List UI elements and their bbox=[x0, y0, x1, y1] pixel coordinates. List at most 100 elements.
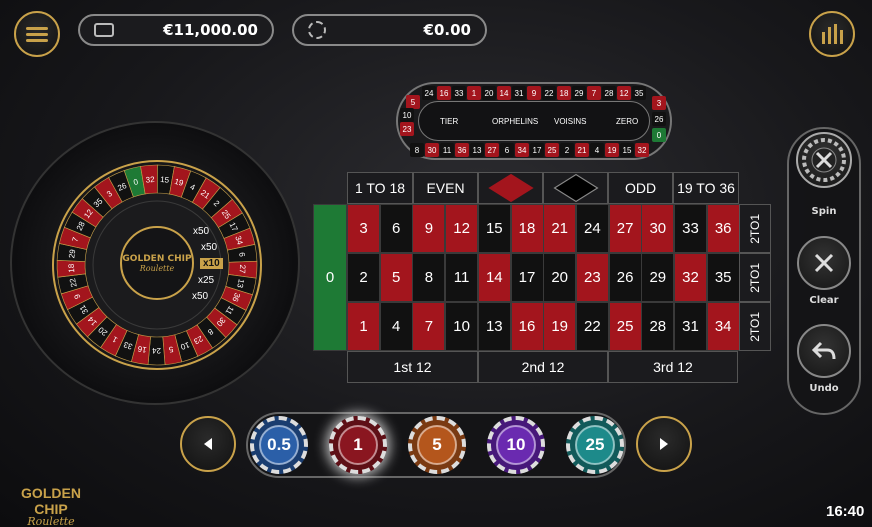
undo-button[interactable] bbox=[797, 324, 851, 378]
number-cell[interactable]: 36 bbox=[706, 204, 740, 253]
number-cell[interactable]: 14 bbox=[477, 253, 511, 302]
bet-odd[interactable]: ODD bbox=[608, 172, 673, 204]
number-cell[interactable]: 13 bbox=[477, 302, 511, 351]
number-cell[interactable]: 29 bbox=[641, 253, 675, 302]
bet-1-to-18[interactable]: 1 TO 18 bbox=[347, 172, 413, 204]
number-cell[interactable]: 18 bbox=[510, 204, 544, 253]
racetrack-number[interactable]: 10 bbox=[400, 108, 414, 122]
bet-column-3[interactable]: 2TO1 bbox=[739, 302, 771, 351]
number-cell[interactable]: 21 bbox=[543, 204, 577, 253]
bet-black[interactable] bbox=[543, 172, 608, 204]
racetrack-number[interactable]: 26 bbox=[652, 112, 666, 126]
chip-25[interactable]: 25 bbox=[566, 416, 624, 474]
racetrack-number[interactable]: 17 bbox=[530, 143, 544, 157]
racetrack-number[interactable]: 30 bbox=[425, 143, 439, 157]
racetrack-number[interactable]: 32 bbox=[635, 143, 649, 157]
racetrack-section-voisins[interactable]: VOISINS bbox=[554, 117, 586, 126]
number-cell[interactable]: 7 bbox=[412, 302, 446, 351]
racetrack-number[interactable]: 3 bbox=[652, 96, 666, 110]
number-cell[interactable]: 10 bbox=[445, 302, 479, 351]
racetrack-section-orphelins[interactable]: ORPHELINS bbox=[492, 117, 538, 126]
racetrack-number[interactable]: 24 bbox=[422, 86, 436, 100]
racetrack-number[interactable]: 28 bbox=[602, 86, 616, 100]
racetrack-number[interactable]: 27 bbox=[485, 143, 499, 157]
chip-5[interactable]: 5 bbox=[408, 416, 466, 474]
number-cell[interactable]: 2 bbox=[347, 253, 380, 302]
number-cell[interactable]: 25 bbox=[608, 302, 642, 351]
number-cell[interactable]: 8 bbox=[412, 253, 446, 302]
bet-1st-dozen[interactable]: 1st 12 bbox=[347, 351, 478, 383]
number-cell[interactable]: 12 bbox=[445, 204, 479, 253]
bet-red[interactable] bbox=[478, 172, 543, 204]
number-cell[interactable]: 34 bbox=[706, 302, 740, 351]
number-cell[interactable]: 9 bbox=[412, 204, 446, 253]
bet-3rd-dozen[interactable]: 3rd 12 bbox=[608, 351, 738, 383]
number-cell[interactable]: 30 bbox=[641, 204, 675, 253]
number-cell[interactable]: 27 bbox=[608, 204, 642, 253]
racetrack-number[interactable]: 8 bbox=[410, 143, 424, 157]
bet-column-1[interactable]: 2TO1 bbox=[739, 204, 771, 253]
chip-1[interactable]: 1 bbox=[329, 416, 387, 474]
racetrack-number[interactable]: 7 bbox=[587, 86, 601, 100]
number-cell[interactable]: 31 bbox=[674, 302, 707, 351]
racetrack-number[interactable]: 34 bbox=[515, 143, 529, 157]
number-cell[interactable]: 11 bbox=[445, 253, 479, 302]
racetrack-number[interactable]: 6 bbox=[500, 143, 514, 157]
number-cell[interactable]: 26 bbox=[608, 253, 642, 302]
bet-19-to-36[interactable]: 19 TO 36 bbox=[673, 172, 739, 204]
number-cell[interactable]: 3 bbox=[347, 204, 380, 253]
number-cell[interactable]: 16 bbox=[510, 302, 544, 351]
number-cell[interactable]: 23 bbox=[575, 253, 609, 302]
number-cell[interactable]: 32 bbox=[674, 253, 707, 302]
chip-prev-button[interactable] bbox=[180, 416, 236, 472]
number-cell[interactable]: 24 bbox=[575, 204, 609, 253]
number-cell[interactable]: 19 bbox=[543, 302, 577, 351]
racetrack-number[interactable]: 20 bbox=[482, 86, 496, 100]
number-cell[interactable]: 22 bbox=[575, 302, 609, 351]
racetrack-number[interactable]: 2 bbox=[560, 143, 574, 157]
racetrack-number[interactable]: 5 bbox=[406, 95, 420, 109]
racetrack-number[interactable]: 14 bbox=[497, 86, 511, 100]
racetrack-number[interactable]: 13 bbox=[470, 143, 484, 157]
chip-0-5[interactable]: 0.5 bbox=[250, 416, 308, 474]
racetrack-number[interactable]: 33 bbox=[452, 86, 466, 100]
racetrack-number[interactable]: 1 bbox=[467, 86, 481, 100]
racetrack-section-tier[interactable]: TIER bbox=[440, 117, 458, 126]
number-cell[interactable]: 17 bbox=[510, 253, 544, 302]
spin-button[interactable] bbox=[796, 132, 852, 188]
racetrack-number[interactable]: 0 bbox=[652, 128, 666, 142]
number-cell[interactable]: 28 bbox=[641, 302, 675, 351]
number-cell[interactable]: 20 bbox=[543, 253, 577, 302]
number-cell[interactable]: 1 bbox=[347, 302, 380, 351]
number-cell[interactable]: 15 bbox=[477, 204, 511, 253]
racetrack-section-zero[interactable]: ZERO bbox=[616, 117, 638, 126]
racetrack-number[interactable]: 36 bbox=[455, 143, 469, 157]
racetrack-number[interactable]: 11 bbox=[440, 143, 454, 157]
racetrack[interactable]: TIER ORPHELINS VOISINS ZERO 5 24 16 33 1 20 14… bbox=[396, 82, 672, 160]
chip-10[interactable]: 10 bbox=[487, 416, 545, 474]
racetrack-number[interactable]: 31 bbox=[512, 86, 526, 100]
number-cell[interactable]: 33 bbox=[674, 204, 707, 253]
racetrack-number[interactable]: 25 bbox=[545, 143, 559, 157]
stats-button[interactable] bbox=[809, 11, 855, 57]
bet-column-2[interactable]: 2TO1 bbox=[739, 253, 771, 302]
chip-next-button[interactable] bbox=[636, 416, 692, 472]
number-cell[interactable]: 35 bbox=[706, 253, 740, 302]
bet-2nd-dozen[interactable]: 2nd 12 bbox=[478, 351, 608, 383]
racetrack-number[interactable]: 23 bbox=[400, 122, 414, 136]
number-cell[interactable]: 5 bbox=[379, 253, 413, 302]
racetrack-number[interactable]: 35 bbox=[632, 86, 646, 100]
racetrack-number[interactable]: 16 bbox=[437, 86, 451, 100]
racetrack-number[interactable]: 19 bbox=[605, 143, 619, 157]
racetrack-number[interactable]: 22 bbox=[542, 86, 556, 100]
menu-button[interactable] bbox=[14, 11, 60, 57]
bet-even[interactable]: EVEN bbox=[413, 172, 478, 204]
racetrack-number[interactable]: 18 bbox=[557, 86, 571, 100]
racetrack-number[interactable]: 12 bbox=[617, 86, 631, 100]
racetrack-number[interactable]: 29 bbox=[572, 86, 586, 100]
racetrack-number[interactable]: 21 bbox=[575, 143, 589, 157]
clear-button[interactable] bbox=[797, 236, 851, 290]
zero-cell[interactable]: 0 bbox=[313, 204, 347, 351]
number-cell[interactable]: 4 bbox=[379, 302, 413, 351]
racetrack-number[interactable]: 15 bbox=[620, 143, 634, 157]
